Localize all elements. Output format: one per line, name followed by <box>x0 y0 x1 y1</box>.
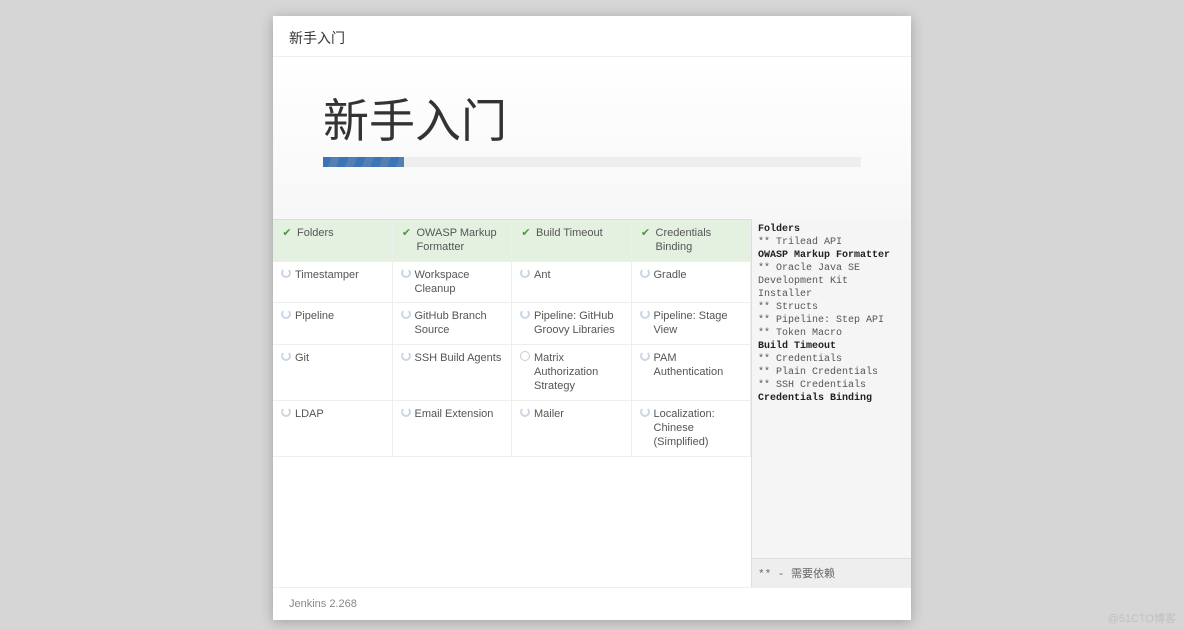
jenkins-version: Jenkins 2.268 <box>289 598 357 610</box>
page-title: 新手入门 <box>323 85 861 151</box>
spinner-icon <box>520 309 530 319</box>
log-line: Build Timeout <box>758 340 905 353</box>
plugin-cell: Localization: Chinese (Simplified) <box>632 401 752 457</box>
spinner-icon <box>640 407 650 417</box>
log-line: ** Structs <box>758 301 905 314</box>
plugin-label: Folders <box>297 226 384 240</box>
plugin-grid: Folders OWASP Markup Formatter Build Timeo… <box>273 219 751 587</box>
log-line: ** Pipeline: Step API <box>758 314 905 327</box>
plugin-label: Pipeline <box>295 309 384 323</box>
modal-header: 新手入门 <box>273 16 911 57</box>
content-area: Folders OWASP Markup Formatter Build Timeo… <box>273 219 911 587</box>
spinner-icon <box>281 268 291 278</box>
plugin-label: Build Timeout <box>536 226 623 240</box>
plugin-label: SSH Build Agents <box>415 351 504 365</box>
install-progress-fill <box>323 157 404 167</box>
plugin-label: Gradle <box>654 268 743 282</box>
hero-section: 新手入门 <box>273 57 911 219</box>
log-line: ** Plain Credentials <box>758 366 905 379</box>
log-line: ** Trilead API <box>758 236 905 249</box>
plugin-cell: Folders <box>273 220 393 262</box>
plugin-cell: Email Extension <box>393 401 513 457</box>
modal-title: 新手入门 <box>289 30 345 46</box>
log-line: ** SSH Credentials <box>758 379 905 392</box>
plugin-label: PAM Authentication <box>654 351 743 380</box>
log-line: OWASP Markup Formatter <box>758 249 905 262</box>
check-icon <box>401 226 413 238</box>
check-icon <box>640 226 652 238</box>
spinner-icon <box>281 351 291 361</box>
plugin-cell: Git <box>273 345 393 401</box>
plugin-label: LDAP <box>295 407 384 421</box>
plugin-label: GitHub Branch Source <box>415 309 504 338</box>
watermark: @51CTO博客 <box>1108 610 1176 626</box>
spinner-icon <box>520 407 530 417</box>
setup-wizard-modal: 新手入门 新手入门 Folders OWASP Markup Formatter B… <box>273 16 911 620</box>
plugin-label: Workspace Cleanup <box>415 268 504 297</box>
plugin-label: Git <box>295 351 384 365</box>
spinner-icon <box>520 268 530 278</box>
plugin-cell: Ant <box>512 262 632 304</box>
plugin-cell: GitHub Branch Source <box>393 303 513 345</box>
plugin-cell: Pipeline <box>273 303 393 345</box>
plugin-label: Email Extension <box>415 407 504 421</box>
log-line: ** Credentials <box>758 353 905 366</box>
log-line: Folders <box>758 223 905 236</box>
plugin-cell: SSH Build Agents <box>393 345 513 401</box>
install-progress-bar <box>323 157 861 167</box>
plugin-label: Credentials Binding <box>656 226 743 255</box>
plugin-cell: Pipeline: Stage View <box>632 303 752 345</box>
spinner-icon <box>640 309 650 319</box>
plugin-cell: Workspace Cleanup <box>393 262 513 304</box>
install-log-panel: Folders** Trilead APIOWASP Markup Format… <box>751 219 911 587</box>
plugin-label: Mailer <box>534 407 623 421</box>
spinner-icon <box>401 309 411 319</box>
plugin-label: Ant <box>534 268 623 282</box>
plugin-label: Localization: Chinese (Simplified) <box>654 407 743 450</box>
plugin-label: OWASP Markup Formatter <box>417 226 504 255</box>
install-log-footer: ** - 需要依赖 <box>752 558 911 587</box>
plugin-label: Timestamper <box>295 268 384 282</box>
pending-icon <box>520 351 530 361</box>
plugin-cell: PAM Authentication <box>632 345 752 401</box>
modal-footer: Jenkins 2.268 <box>273 587 911 620</box>
log-line: ** Oracle Java SE Development Kit Instal… <box>758 262 905 301</box>
spinner-icon <box>401 351 411 361</box>
check-icon <box>281 226 293 238</box>
install-log-lines: Folders** Trilead APIOWASP Markup Format… <box>752 219 911 558</box>
plugin-cell: Timestamper <box>273 262 393 304</box>
plugin-label: Matrix Authorization Strategy <box>534 351 623 394</box>
plugin-cell: Pipeline: GitHub Groovy Libraries <box>512 303 632 345</box>
plugin-cell: Mailer <box>512 401 632 457</box>
spinner-icon <box>640 268 650 278</box>
spinner-icon <box>401 407 411 417</box>
plugin-cell: Matrix Authorization Strategy <box>512 345 632 401</box>
spinner-icon <box>640 351 650 361</box>
plugin-cell: Build Timeout <box>512 220 632 262</box>
plugin-cell: Credentials Binding <box>632 220 752 262</box>
spinner-icon <box>281 407 291 417</box>
log-line: ** Token Macro <box>758 327 905 340</box>
spinner-icon <box>281 309 291 319</box>
plugin-label: Pipeline: Stage View <box>654 309 743 338</box>
plugin-cell: OWASP Markup Formatter <box>393 220 513 262</box>
plugin-cell: LDAP <box>273 401 393 457</box>
plugin-label: Pipeline: GitHub Groovy Libraries <box>534 309 623 338</box>
plugin-cell: Gradle <box>632 262 752 304</box>
check-icon <box>520 226 532 238</box>
log-line: Credentials Binding <box>758 392 905 405</box>
spinner-icon <box>401 268 411 278</box>
